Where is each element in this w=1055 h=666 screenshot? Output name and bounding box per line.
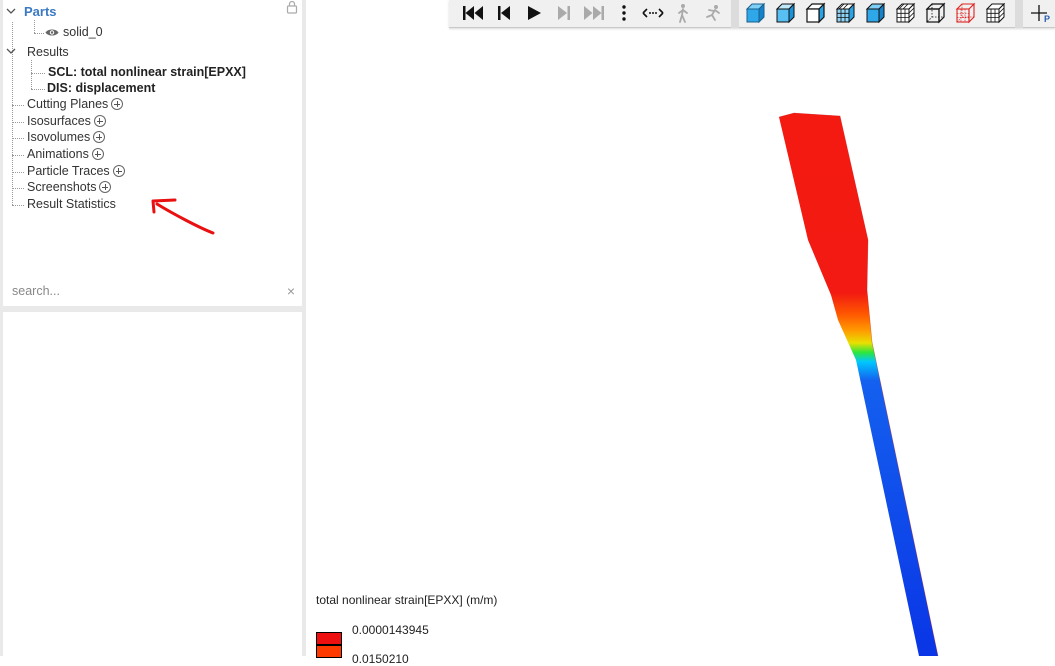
tree-node-result-dis[interactable]: DIS: displacement <box>47 80 155 96</box>
tree-node-label: Particle Traces <box>27 164 110 178</box>
skip-to-end-icon[interactable] <box>582 2 606 24</box>
add-isovolume-plus-icon[interactable] <box>93 131 106 143</box>
cube-solid-icon[interactable] <box>863 2 887 24</box>
run-icon[interactable] <box>701 2 725 24</box>
properties-pane <box>3 312 302 656</box>
tree-guide <box>12 105 24 106</box>
cube-mesh-icon[interactable] <box>833 2 857 24</box>
cube-wireframe-icon[interactable] <box>923 2 947 24</box>
tree-node-isosurfaces[interactable]: Isosurfaces <box>27 113 106 129</box>
play-icon[interactable] <box>522 2 546 24</box>
strain-contour-model[interactable] <box>306 30 1055 656</box>
tree-node-particle-traces[interactable]: Particle Traces <box>27 163 125 179</box>
clear-search-icon[interactable]: × <box>285 282 297 300</box>
tree-guide <box>12 205 24 206</box>
tree-node-label: Isosurfaces <box>27 114 91 128</box>
tree-node-animations[interactable]: Animations <box>27 146 104 162</box>
shaded-cube-icon[interactable] <box>743 2 767 24</box>
tree-node-parts[interactable]: Parts <box>24 4 57 20</box>
legend-title: total nonlinear strain[EPXX] (m/m) <box>316 593 498 607</box>
collapse-parts-chevron-icon[interactable] <box>6 7 16 17</box>
toolbar-separator <box>731 0 739 28</box>
svg-text:P: P <box>1044 14 1050 24</box>
walk-icon[interactable] <box>671 2 695 24</box>
tree-node-cutting-planes[interactable]: Cutting Planes <box>27 96 124 112</box>
tree-node-solid-0[interactable]: solid_0 <box>63 24 103 40</box>
add-particle-trace-plus-icon[interactable] <box>112 165 125 177</box>
step-back-icon[interactable] <box>492 2 516 24</box>
step-forward-icon[interactable] <box>552 2 576 24</box>
pick-point-icon[interactable]: P <box>1027 2 1055 24</box>
tree-node-isovolumes[interactable]: Isovolumes <box>27 129 106 145</box>
model-tree-pane: Parts solid_0 Results SCL: total nonline… <box>3 0 302 306</box>
annotation-arrow-icon <box>151 198 215 235</box>
tree-guide <box>34 33 44 34</box>
legend-swatch-max <box>316 632 342 645</box>
tree-node-screenshots[interactable]: Screenshots <box>27 179 112 195</box>
left-panel: Parts solid_0 Results SCL: total nonline… <box>0 0 306 656</box>
cube-hidden-mesh-icon[interactable] <box>893 2 917 24</box>
tree-guide <box>12 122 24 123</box>
tree-guide <box>12 172 24 173</box>
tree-node-label: Isovolumes <box>27 130 91 144</box>
tree-node-results[interactable]: Results <box>27 44 69 60</box>
tree-node-result-scl[interactable]: SCL: total nonlinear strain[EPXX] <box>48 64 246 80</box>
tree-guide <box>31 73 45 74</box>
tree-guide <box>31 89 45 90</box>
add-isosurface-plus-icon[interactable] <box>93 115 106 127</box>
pan-arrows-icon[interactable] <box>641 2 665 24</box>
add-cutting-plane-plus-icon[interactable] <box>111 98 124 110</box>
tree-guide <box>31 60 32 89</box>
tree-guide <box>34 20 35 33</box>
tree-guide <box>12 188 24 189</box>
viewer-toolbar: P <box>449 0 1055 28</box>
cube-red-wire-icon[interactable] <box>953 2 977 24</box>
eye-icon[interactable] <box>45 28 59 37</box>
tree-node-label: Screenshots <box>27 180 97 194</box>
toolbar-separator <box>1015 0 1023 28</box>
tree-guide <box>12 138 24 139</box>
skip-to-start-icon[interactable] <box>461 2 485 24</box>
shaded-edges-cube-icon[interactable] <box>773 2 797 24</box>
tree-node-label: Animations <box>27 147 89 161</box>
add-animation-plus-icon[interactable] <box>91 148 104 160</box>
legend-value-max: 0.0000143945 <box>352 623 429 637</box>
tree-node-label: Cutting Planes <box>27 97 109 111</box>
tree-guide <box>12 155 24 156</box>
collapse-results-chevron-icon[interactable] <box>6 47 16 57</box>
legend-value: 0.0150210 <box>352 652 409 666</box>
tree-search: × <box>12 282 297 300</box>
3d-viewport[interactable]: total nonlinear strain[EPXX] (m/m) 0.000… <box>306 30 1055 666</box>
cube-transparent-icon[interactable] <box>983 2 1007 24</box>
more-vertical-icon[interactable] <box>612 2 636 24</box>
cube-outline-icon[interactable] <box>803 2 827 24</box>
search-input[interactable] <box>12 282 282 300</box>
add-screenshot-plus-icon[interactable] <box>99 181 112 193</box>
legend-swatch <box>316 645 342 658</box>
tree-node-result-statistics[interactable]: Result Statistics <box>27 196 116 212</box>
